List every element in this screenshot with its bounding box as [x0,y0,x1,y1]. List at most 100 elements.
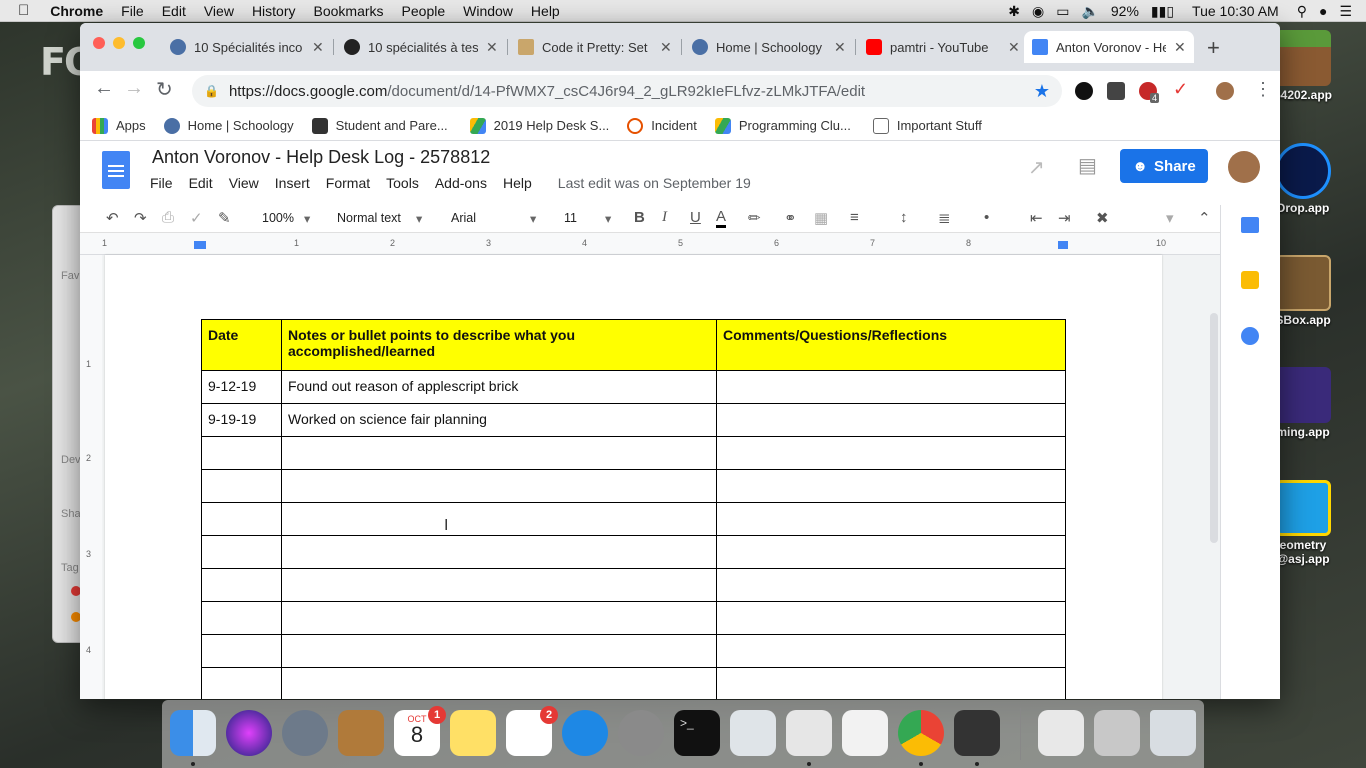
textedit-icon[interactable] [842,710,888,756]
table-cell[interactable] [716,535,1066,569]
spotlight-icon[interactable]: ⚲ [1291,3,1313,20]
table-cell[interactable]: Found out reason of applescript brick [281,370,717,404]
document-scrollbar[interactable] [1210,313,1218,543]
activity-trend-icon[interactable]: ↗ [1028,155,1045,180]
table-cell[interactable] [201,634,282,668]
menu-file[interactable]: File [112,3,153,19]
tab-home-schoology[interactable]: Home | Schoology ✕ [684,31,854,63]
calendar-icon[interactable] [1241,217,1259,233]
document-title[interactable]: Anton Voronov - Help Desk Log - 2578812 [152,147,490,168]
trash-icon[interactable] [1150,710,1196,756]
tab-specialites-1[interactable]: 10 Spécialités inco ✕ [162,31,332,63]
grapher-icon[interactable] [786,710,832,756]
close-tab-icon[interactable]: ✕ [486,39,498,56]
table-cell[interactable] [201,436,282,470]
clock[interactable]: Tue 10:30 AM [1180,3,1291,19]
notes-icon[interactable] [450,710,496,756]
tab-youtube[interactable]: pamtri - YouTube ✕ [858,31,1028,63]
forward-icon[interactable]: → [124,77,144,100]
finder-icon[interactable] [170,710,216,756]
spellcheck-icon[interactable]: ✓ [190,209,203,227]
calendar-app-icon[interactable]: OCT 8 1 [394,706,446,756]
table-cell[interactable] [281,436,717,470]
menu-history[interactable]: History [243,3,305,19]
table-cell[interactable] [716,634,1066,668]
battery-percent[interactable]: 92% [1105,3,1145,19]
increase-indent-icon[interactable]: ⇥ [1058,209,1071,227]
bulleted-list-icon[interactable]: • [984,209,989,226]
docs-menu-format[interactable]: Format [318,175,378,191]
table-cell[interactable] [281,667,717,699]
tab-specialites-2[interactable]: 10 spécialités à tes ✕ [336,31,506,63]
clear-formatting-icon[interactable]: ✖ [1096,209,1109,227]
collapse-menu-icon[interactable]: ⌃ [1198,209,1211,227]
table-cell[interactable] [716,502,1066,536]
table-cell[interactable] [201,469,282,503]
highlight-icon[interactable]: ✏ [748,209,761,227]
table-cell[interactable] [716,469,1066,503]
table-cell[interactable] [716,601,1066,635]
bookmark-star-icon[interactable]: ★ [1034,81,1050,102]
paint-format-icon[interactable]: ✎ [218,209,231,227]
table-cell[interactable]: 9-12-19 [201,370,282,404]
table-cell[interactable] [201,535,282,569]
chrome-icon[interactable] [898,710,944,756]
underline-icon[interactable]: U [690,209,701,226]
script-editor-icon[interactable] [730,710,776,756]
bookmark-apps[interactable]: Apps [92,117,146,134]
zip-archive-icon[interactable] [1038,710,1084,756]
table-cell[interactable] [201,568,282,602]
bookmark-important-stuff[interactable]: Important Stuff [872,117,982,134]
zoom-select[interactable]: 100% [262,211,294,225]
new-tab-icon[interactable]: + [1207,35,1220,61]
table-cell[interactable] [716,667,1066,699]
profile-avatar[interactable] [1216,82,1234,100]
checkmark-extension-icon[interactable]: ✓ [1173,79,1188,100]
apple-menu-icon[interactable]:  [0,2,41,19]
close-tab-icon[interactable]: ✕ [1174,39,1186,56]
docs-menu-view[interactable]: View [221,175,267,191]
siri-icon[interactable] [226,710,272,756]
docs-menu-insert[interactable]: Insert [267,175,318,191]
menu-bookmarks[interactable]: Bookmarks [305,3,393,19]
menu-edit[interactable]: Edit [153,3,195,19]
app-store-icon[interactable] [562,710,608,756]
table-cell[interactable] [281,601,717,635]
docs-menu-help[interactable]: Help [495,175,540,191]
italic-icon[interactable]: I [662,209,667,226]
minimize-window-button[interactable] [113,37,125,49]
bookmark-programming-club[interactable]: Programming Clu... [714,117,851,134]
close-tab-icon[interactable]: ✕ [312,39,324,56]
table-cell[interactable]: Worked on science fair planning [281,403,717,437]
docs-menu-tools[interactable]: Tools [378,175,427,191]
redo-icon[interactable]: ↷ [134,209,147,227]
battery-icon[interactable]: ▮▮▯ [1145,3,1180,20]
bookmark-home-schoology[interactable]: Home | Schoology [163,117,294,134]
decrease-indent-icon[interactable]: ⇤ [1030,209,1043,227]
paragraph-style-select[interactable]: Normal text [337,211,401,225]
table-cell[interactable] [716,568,1066,602]
tab-code-it-pretty[interactable]: Code it Pretty: Set ✕ [510,31,680,63]
table-cell[interactable] [201,601,282,635]
table-cell[interactable]: 9-19-19 [201,403,282,437]
left-indent-marker-icon[interactable] [194,241,206,249]
chrome-menu-icon[interactable]: ⋮ [1254,79,1272,100]
chevron-down-icon[interactable]: ▾ [1166,209,1174,227]
wifi-icon[interactable]: ◉ [1026,3,1050,20]
bookmark-help-desk[interactable]: 2019 Help Desk S... [469,117,609,134]
tab-active-doc[interactable]: Anton Voronov - He ✕ [1024,31,1194,63]
table-cell[interactable] [201,667,282,699]
docs-menu-file[interactable]: File [142,175,181,191]
header-date[interactable]: Date [201,319,282,371]
share-button[interactable]: ☻ Share [1120,149,1208,183]
table-cell[interactable] [281,502,717,536]
app-menu-chrome[interactable]: Chrome [41,3,112,19]
contacts-icon[interactable] [338,710,384,756]
piano-app-icon[interactable] [954,710,1000,756]
close-window-button[interactable] [93,37,105,49]
line-spacing-icon[interactable]: ↕ [900,209,908,226]
right-indent-marker-icon[interactable] [1058,241,1068,249]
table-cell[interactable] [201,502,282,536]
close-tab-icon[interactable]: ✕ [834,39,846,56]
notification-center-icon[interactable]: ☰ [1333,3,1366,20]
